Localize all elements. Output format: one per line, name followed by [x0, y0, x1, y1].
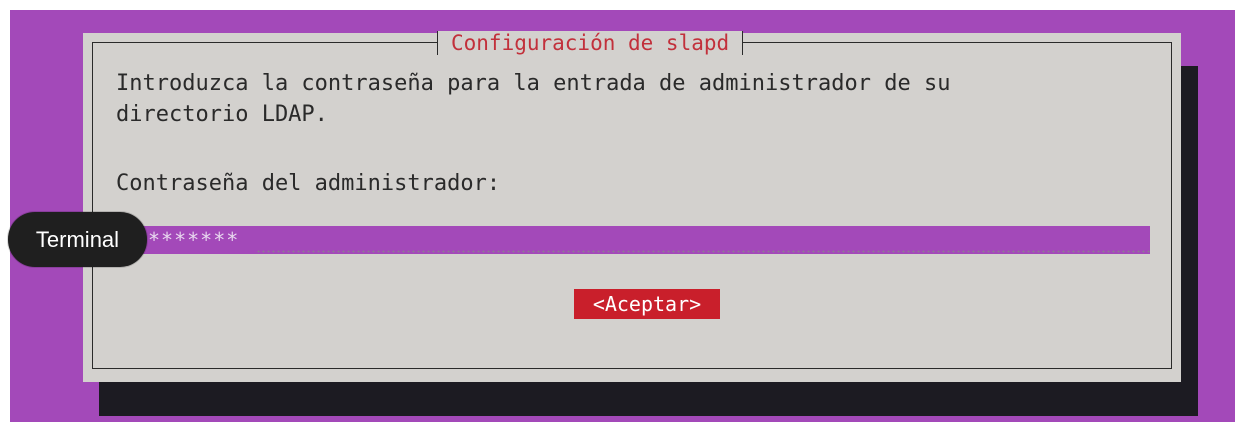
dialog-title: Configuración de slapd — [437, 31, 744, 55]
terminal-tooltip: Terminal — [8, 212, 147, 267]
password-input[interactable]: ******* — [138, 226, 1150, 254]
input-underline — [256, 249, 1150, 254]
password-masked-value: ******* — [148, 228, 240, 252]
dialog-message-line-2: directorio LDAP. — [116, 102, 328, 127]
accept-button[interactable]: <Aceptar> — [574, 289, 720, 319]
password-field-label: Contraseña del administrador: — [116, 171, 501, 196]
slapd-configuration-dialog: Configuración de slapd Introduzca la con… — [83, 31, 1181, 382]
dialog-message-line-1: Introduzca la contraseña para la entrada… — [116, 71, 951, 96]
